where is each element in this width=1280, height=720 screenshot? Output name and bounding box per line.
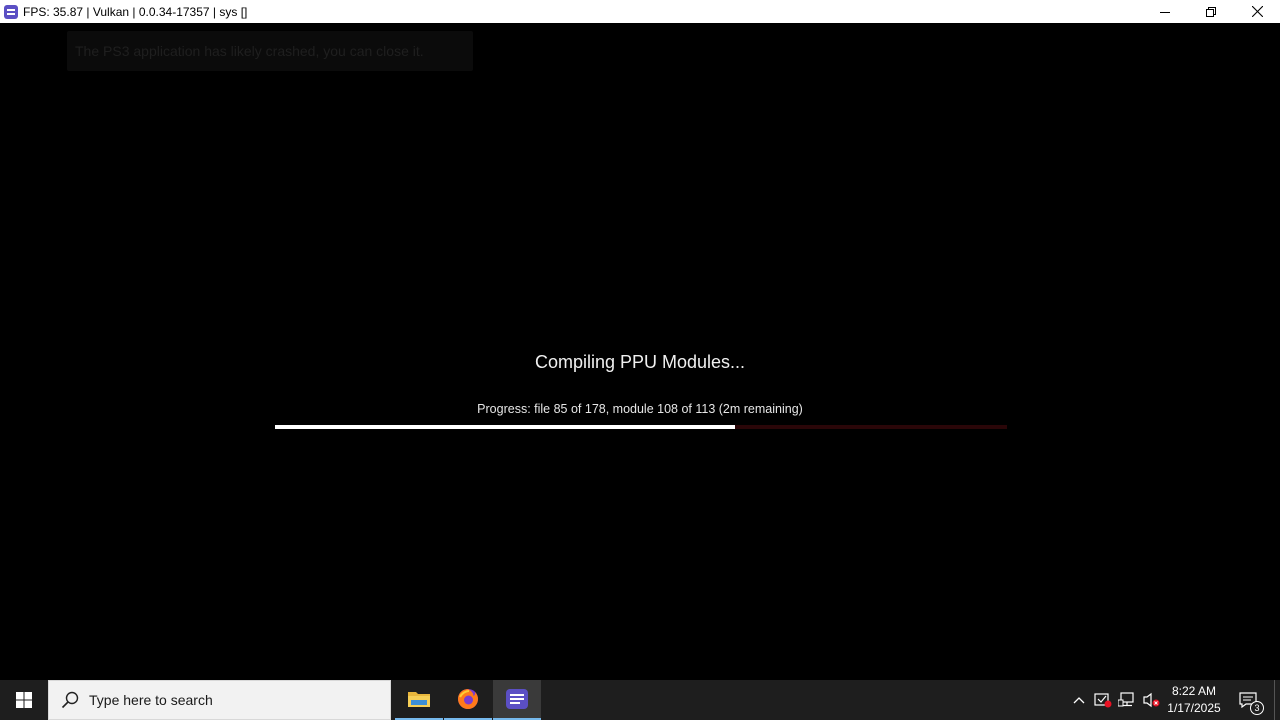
- window-controls: [1142, 0, 1280, 23]
- tray-security-status[interactable]: [1092, 680, 1114, 720]
- chevron-up-icon: [1073, 697, 1085, 704]
- tray-network[interactable]: [1116, 680, 1138, 720]
- search-input[interactable]: Type here to search: [48, 680, 391, 720]
- taskbar-app-file-explorer[interactable]: [395, 680, 443, 720]
- progress-text: Progress: file 85 of 178, module 108 of …: [477, 402, 803, 416]
- window-title: FPS: 35.87 | Vulkan | 0.0.34-17357 | sys…: [23, 4, 248, 19]
- show-desktop-button[interactable]: [1274, 680, 1280, 720]
- clock-time: 8:22 AM: [1171, 684, 1217, 698]
- speaker-muted-icon: [1143, 692, 1160, 708]
- clock-date: 1/17/2025: [1167, 701, 1221, 715]
- taskbar-app-rpcs3[interactable]: [493, 680, 541, 720]
- compile-title: Compiling PPU Modules...: [534, 352, 746, 372]
- start-button[interactable]: [0, 680, 48, 720]
- windows-logo-icon: [16, 692, 32, 708]
- close-button[interactable]: [1234, 0, 1280, 23]
- minimize-icon: [1160, 11, 1170, 13]
- app-window: FPS: 35.87 | Vulkan | 0.0.34-17357 | sys…: [0, 0, 1280, 680]
- security-warning-icon: [1094, 693, 1112, 708]
- rpcs3-app-icon: [4, 4, 18, 19]
- search-placeholder: Type here to search: [89, 692, 213, 708]
- notification-count-badge: 3: [1250, 701, 1264, 715]
- show-hidden-icons-button[interactable]: [1068, 680, 1090, 720]
- rpcs3-icon: [506, 689, 528, 709]
- progress-bar-fill: [275, 425, 735, 429]
- crash-notification-text: The PS3 application has likely crashed, …: [75, 43, 424, 59]
- crash-notification: The PS3 application has likely crashed, …: [67, 31, 473, 71]
- action-center-button[interactable]: 3: [1230, 680, 1266, 720]
- taskbar-app-firefox[interactable]: [444, 680, 492, 720]
- firefox-icon: [458, 689, 478, 709]
- tray-volume[interactable]: [1140, 680, 1162, 720]
- file-explorer-icon: [408, 692, 430, 707]
- taskbar: Type here to search 8:22 AM 1/17/2025 3: [0, 680, 1280, 720]
- close-icon: [1251, 6, 1263, 17]
- minimize-button[interactable]: [1142, 0, 1188, 23]
- search-icon: [61, 691, 79, 709]
- title-bar[interactable]: FPS: 35.87 | Vulkan | 0.0.34-17357 | sys…: [0, 0, 1280, 23]
- network-icon: [1118, 692, 1134, 707]
- clock[interactable]: 8:22 AM 1/17/2025: [1164, 680, 1224, 720]
- progress-bar: [275, 425, 1007, 429]
- restore-icon: [1206, 6, 1216, 17]
- restore-button[interactable]: [1188, 0, 1234, 23]
